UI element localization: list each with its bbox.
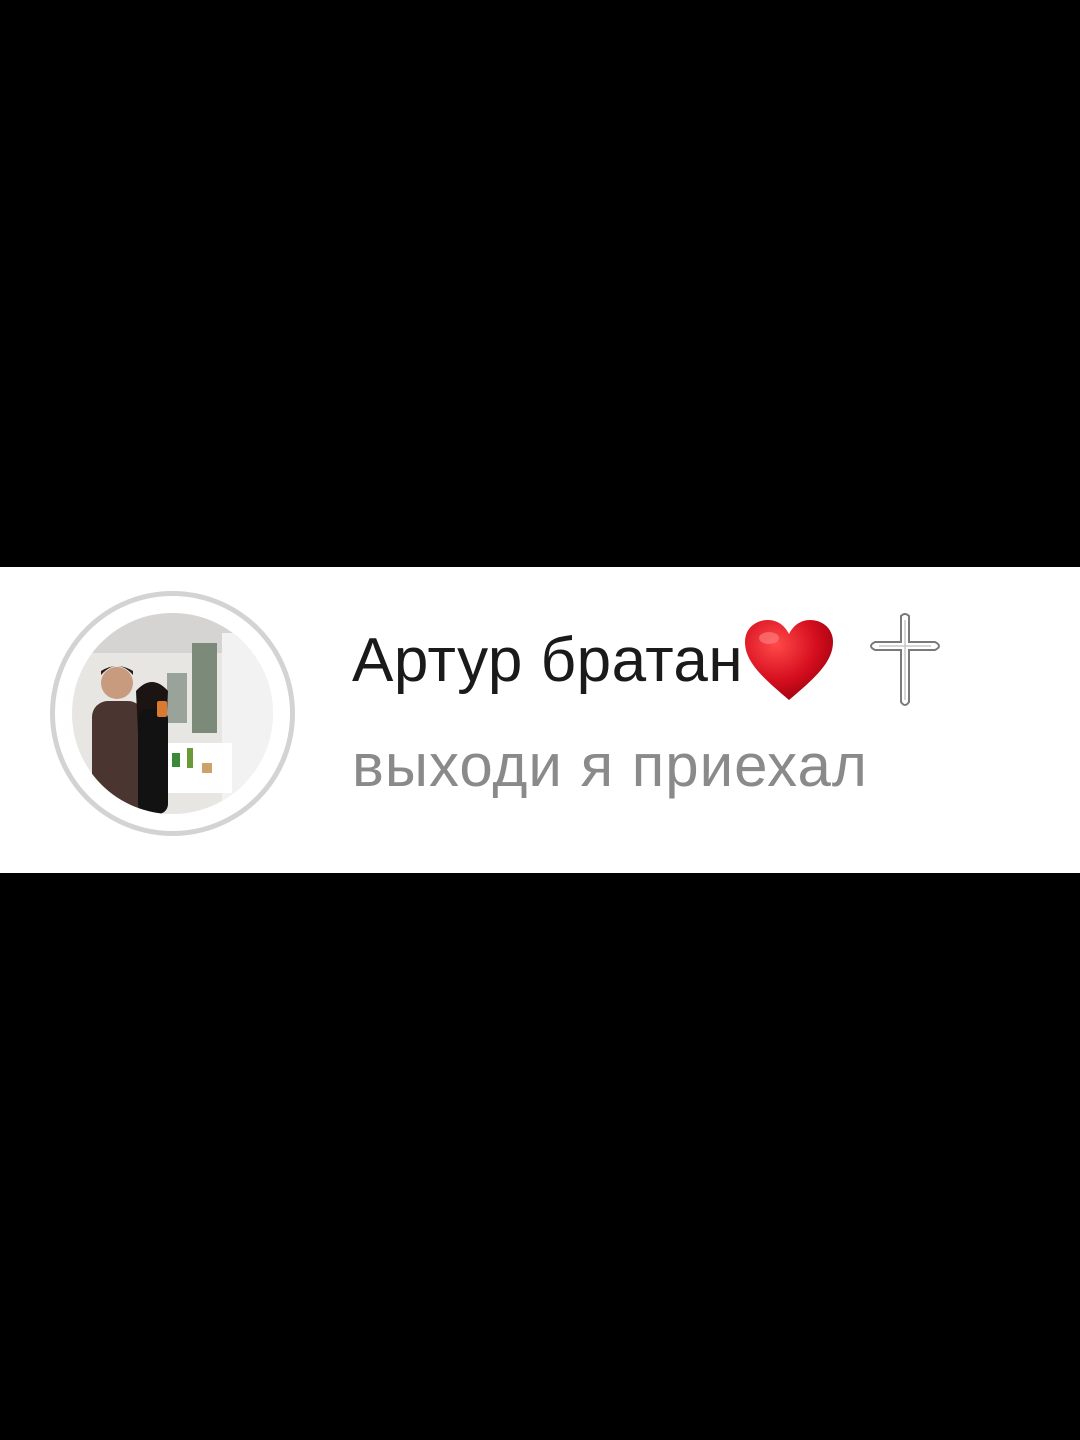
contact-row: Артур братан [352, 612, 1052, 708]
notification-text: Артур братан выходи я приехал [352, 612, 1052, 800]
avatar-ring [50, 591, 295, 836]
avatar[interactable] [72, 613, 273, 814]
message-notification[interactable]: Артур братан выходи я приехал [0, 567, 1080, 873]
screen: Артур братан выходи я приехал [0, 0, 1080, 1440]
cross-icon [865, 612, 945, 708]
message-preview: выходи я приехал [352, 732, 868, 799]
avatar-photo [72, 613, 273, 814]
contact-name: Артур братан [352, 625, 744, 695]
heart-icon [743, 618, 835, 702]
